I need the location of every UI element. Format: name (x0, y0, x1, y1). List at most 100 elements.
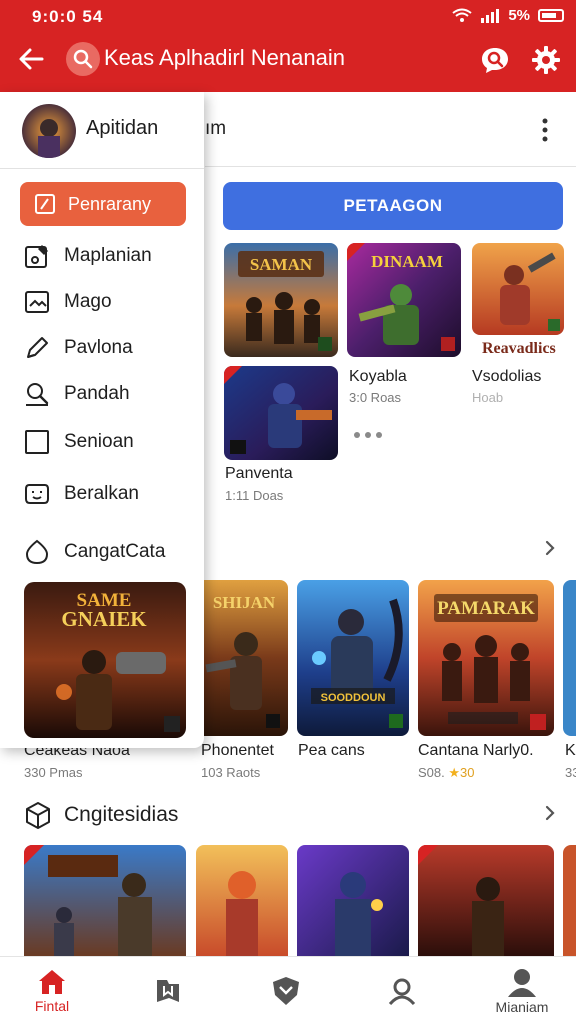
game-art-image (297, 845, 409, 957)
app-bar: 9:0:0 54 5% Keas Aplhadirl Nenanain (0, 0, 576, 92)
game-tile[interactable]: PAMARAK (418, 580, 554, 736)
drawer-item-label: Senioan (64, 431, 134, 452)
game-art-text: SOODDOUN (321, 692, 386, 704)
square-icon (25, 430, 49, 454)
game-art-image (224, 366, 338, 460)
game-art-image (24, 845, 186, 957)
game-title: Pea cans (298, 742, 365, 759)
rating-text: 30 (460, 765, 475, 780)
search-button[interactable] (66, 42, 100, 76)
game-title: Phonentet (201, 742, 274, 759)
status-time: 9:0:0 54 (32, 7, 104, 26)
drawer-banner[interactable]: SAME GNAIEK (24, 582, 186, 738)
nav-account[interactable]: Mianiam (484, 957, 560, 1024)
face-icon (25, 484, 49, 504)
drawer-item-label: Penrarany (68, 193, 152, 214)
bottom-nav: Fintal Mianiam (0, 956, 576, 1024)
game-art-image: SAMAN (224, 243, 338, 357)
loading-dots-icon (354, 432, 382, 438)
section-title: Cngitesidias (64, 803, 179, 826)
drawer-item[interactable]: Beralkan (24, 478, 139, 510)
primary-action-button[interactable]: PETAAGON (223, 182, 563, 230)
game-tile[interactable] (224, 366, 338, 460)
chat-search-icon[interactable] (478, 43, 512, 77)
game-tile[interactable] (297, 845, 409, 957)
game-art-image (563, 580, 576, 736)
game-title: Vsodolias (472, 368, 542, 385)
game-art-image: PAMARAK (418, 580, 554, 736)
drawer-item-label: Beralkan (64, 483, 139, 504)
banner-title-line2: GNAIEK (61, 607, 147, 631)
person-icon (388, 978, 416, 1006)
nav-bookmarks[interactable] (140, 957, 196, 1024)
status-icons: 5% (452, 7, 564, 24)
game-tile[interactable]: SAMAN (224, 243, 338, 357)
price-text: S08. (418, 765, 445, 780)
app-bar-title: Keas Aplhadirl Nenanain (104, 45, 345, 70)
drawer-item[interactable]: Senioan (24, 426, 134, 458)
drawer-item[interactable]: Maplanian (24, 240, 152, 272)
chevron-right-icon[interactable] (543, 539, 557, 557)
drawer-item-label: Pandah (64, 383, 130, 404)
game-tile[interactable]: SOODDOUN (297, 580, 409, 736)
game-tile[interactable] (196, 845, 288, 957)
image-icon (25, 291, 49, 313)
game-art-image (418, 845, 554, 957)
cube-icon (26, 802, 50, 829)
game-subtitle: 33 (565, 765, 576, 780)
drawer-item[interactable]: Pavlona (24, 332, 133, 364)
avatar[interactable] (22, 104, 76, 158)
gear-icon[interactable] (530, 44, 562, 76)
page-header-fragment: ım (205, 118, 227, 139)
game-art-image (472, 243, 564, 335)
back-arrow-icon[interactable] (16, 44, 46, 74)
game-art-image (563, 845, 576, 957)
drawer-item[interactable]: Pandah (24, 378, 130, 410)
game-title: K (565, 742, 576, 759)
avatar-image (22, 104, 76, 158)
home-icon (39, 970, 65, 994)
game-art-text: SAMAN (250, 255, 313, 274)
drawer-item-label: Maplanian (64, 245, 152, 266)
game-tile[interactable] (563, 580, 576, 736)
game-tile[interactable]: SHIJAN (200, 580, 288, 736)
nav-shield[interactable] (258, 957, 314, 1024)
game-title: Cantana Narly0. (418, 742, 534, 759)
nav-home[interactable]: Fintal (14, 957, 90, 1024)
signal-icon (481, 9, 500, 23)
game-art-image: SHIJAN (200, 580, 288, 736)
banner-art-image: SAME GNAIEK (24, 582, 186, 738)
drawer-item[interactable]: CangatCata (24, 536, 165, 568)
drawer-item-label: CangatCata (64, 541, 166, 562)
divider (0, 168, 204, 169)
nav-label: Fintal (34, 998, 70, 1014)
drawer-item-active[interactable]: Penrarany (20, 182, 186, 226)
drawer-item-label: Mago (64, 291, 112, 312)
wifi-icon (452, 8, 472, 22)
game-tile[interactable] (24, 845, 186, 957)
game-tile[interactable] (563, 845, 576, 957)
divider (205, 166, 576, 167)
game-tile[interactable]: DINAAM (347, 243, 461, 357)
game-art-text: SHIJAN (213, 593, 276, 612)
game-tile[interactable] (472, 243, 564, 335)
drawer-item[interactable]: Mago (24, 286, 112, 318)
search-icon (73, 49, 93, 69)
game-art-image: DINAAM (347, 243, 461, 357)
game-subtitle: 3:0 Roas (349, 390, 402, 405)
search-icon (26, 383, 49, 406)
chevron-right-icon[interactable] (543, 804, 557, 822)
drawer-item-label: Pavlona (64, 337, 133, 358)
game-subtitle: Hoab (472, 390, 504, 405)
side-drawer: Apitidan Penrarany Maplanian Mago Pavlon… (0, 92, 204, 748)
pen-icon (27, 337, 48, 358)
star-icon: ★ (448, 765, 461, 780)
nav-person[interactable] (374, 957, 430, 1024)
game-art-text: PAMARAK (437, 598, 535, 619)
game-art-text: DINAAM (371, 252, 443, 271)
more-vertical-icon[interactable] (536, 116, 554, 144)
edit-note-icon (35, 194, 55, 214)
drop-icon (25, 539, 49, 565)
game-tile[interactable] (418, 845, 554, 957)
game-subtitle: 330 Pmas (24, 765, 83, 780)
